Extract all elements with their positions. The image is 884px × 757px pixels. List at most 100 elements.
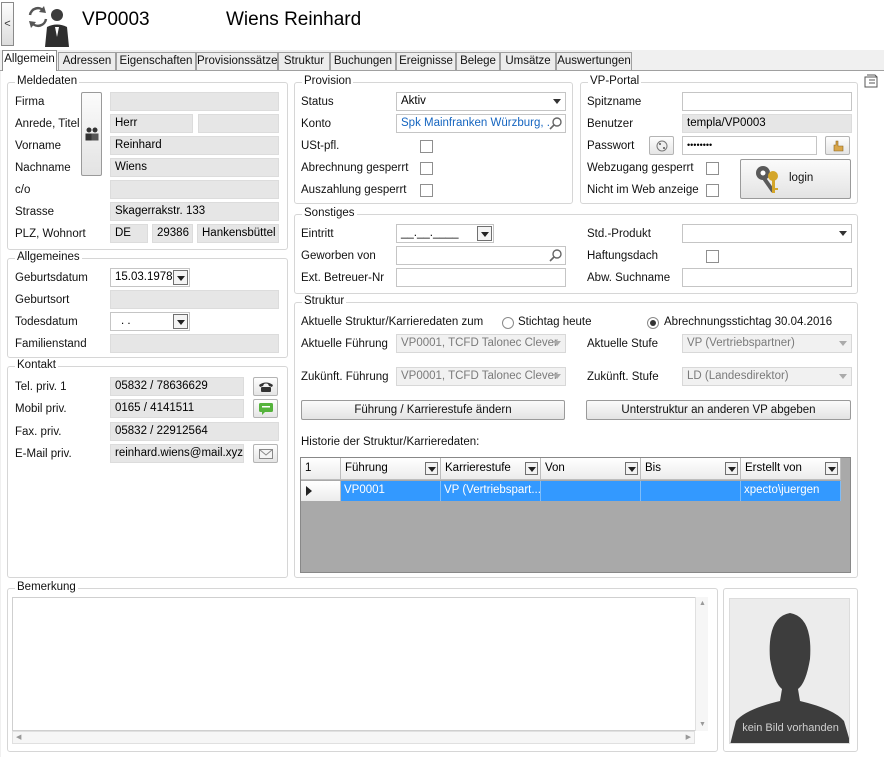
chevron-down-icon bbox=[553, 374, 561, 379]
table-cell[interactable] bbox=[541, 481, 641, 501]
filter-dropdown-icon[interactable] bbox=[425, 462, 438, 475]
webzugang-checkbox[interactable] bbox=[706, 162, 719, 175]
email-button[interactable] bbox=[253, 444, 278, 463]
todesdatum-field[interactable]: . . bbox=[110, 312, 190, 331]
date-dropdown-icon[interactable] bbox=[173, 270, 188, 285]
ust-checkbox[interactable] bbox=[420, 140, 433, 153]
tab-buchungen[interactable]: Buchungen bbox=[330, 52, 396, 70]
profile-photo[interactable]: kein Bild vorhanden bbox=[729, 598, 850, 744]
konto-link[interactable]: Spk Mainfranken Würzburg, . . bbox=[401, 117, 556, 129]
plz-field[interactable]: 29386 bbox=[152, 224, 193, 243]
col-erstellt-header[interactable]: Erstellt von bbox=[741, 458, 841, 480]
stufe-label: Aktuelle Stufe bbox=[587, 338, 658, 350]
search-icon[interactable] bbox=[549, 249, 562, 262]
fuehrung-select[interactable]: VP0001, TCFD Talonec Clever bbox=[396, 334, 566, 353]
strasse-field[interactable]: Skagerrakstr. 133 bbox=[110, 202, 279, 221]
table-cell[interactable]: VP (Vertriebspart... bbox=[441, 481, 541, 501]
zuk-fuehrung-select[interactable]: VP0001, TCFD Talonec Clever bbox=[396, 367, 566, 386]
geworben-field[interactable] bbox=[396, 246, 566, 265]
haftungsdach-checkbox[interactable] bbox=[706, 250, 719, 263]
konto-field[interactable]: Spk Mainfranken Würzburg, . . bbox=[396, 114, 566, 133]
bemerkung-textarea[interactable] bbox=[12, 597, 708, 731]
tab-struktur[interactable]: Struktur bbox=[278, 52, 330, 70]
attachment-icon[interactable] bbox=[862, 72, 880, 90]
tab-belege[interactable]: Belege bbox=[456, 52, 500, 70]
tab-strip: Allgemein Adressen Eigenschaften Provisi… bbox=[0, 50, 884, 71]
col-fuehrung-header[interactable]: Führung bbox=[341, 458, 441, 480]
row-pointer-icon bbox=[306, 486, 312, 496]
familienstand-field[interactable] bbox=[110, 334, 279, 353]
tab-ereignisse[interactable]: Ereignisse bbox=[396, 52, 456, 70]
tab-eigenschaften[interactable]: Eigenschaften bbox=[116, 52, 196, 70]
horizontal-scrollbar[interactable]: ◀ ▶ bbox=[12, 731, 695, 744]
contact-card-button[interactable] bbox=[81, 92, 102, 176]
eintritt-field[interactable]: __.__.____ bbox=[396, 224, 494, 243]
generate-password-button[interactable] bbox=[649, 136, 674, 155]
search-icon[interactable] bbox=[549, 117, 562, 130]
benutzer-field[interactable]: templa/VP0003 bbox=[682, 114, 852, 133]
nichtweb-checkbox[interactable] bbox=[706, 184, 719, 197]
zuk-stufe-label: Zukünft. Stufe bbox=[587, 371, 659, 383]
spitzname-label: Spitzname bbox=[587, 96, 642, 108]
date-dropdown-icon[interactable] bbox=[477, 226, 492, 241]
passwort-field[interactable]: •••••••• bbox=[682, 136, 817, 155]
col-von-header[interactable]: Von bbox=[541, 458, 641, 480]
radio-stichtag-heute[interactable] bbox=[502, 317, 514, 329]
col-karrierestufe-header[interactable]: Karrierestufe bbox=[441, 458, 541, 480]
chevron-down-icon bbox=[839, 374, 847, 379]
stufe-value: VP (Vertriebspartner) bbox=[687, 337, 795, 349]
radio-abrechnung-label: Abrechnungsstichtag 30.04.2016 bbox=[664, 316, 833, 328]
zuk-stufe-select[interactable]: LD (Landesdirektor) bbox=[682, 367, 852, 386]
filter-dropdown-icon[interactable] bbox=[625, 462, 638, 475]
co-field[interactable] bbox=[110, 180, 279, 199]
auszahlung-checkbox[interactable] bbox=[420, 184, 433, 197]
col-bis-label: Bis bbox=[645, 462, 661, 474]
abwsuchname-field[interactable] bbox=[682, 268, 852, 287]
show-password-button[interactable] bbox=[825, 136, 850, 155]
filter-dropdown-icon[interactable] bbox=[825, 462, 838, 475]
tab-umsaetze[interactable]: Umsätze bbox=[500, 52, 556, 70]
titel-field[interactable] bbox=[198, 114, 279, 133]
row-selector[interactable] bbox=[301, 481, 341, 501]
todesdatum-value: . . bbox=[121, 315, 131, 327]
sms-button[interactable] bbox=[253, 399, 278, 418]
status-select[interactable]: Aktiv bbox=[396, 92, 566, 111]
login-button[interactable]: login bbox=[740, 159, 851, 199]
firma-field[interactable] bbox=[110, 92, 279, 111]
table-cell[interactable]: xpecto\juergen bbox=[741, 481, 841, 501]
tab-provisionssaetze[interactable]: Provisionssätze bbox=[196, 52, 278, 70]
spitzname-field[interactable] bbox=[682, 92, 852, 111]
mobil-field[interactable]: 0165 / 4141511 bbox=[110, 399, 244, 418]
anrede-field[interactable]: Herr bbox=[110, 114, 193, 133]
stufe-select[interactable]: VP (Vertriebspartner) bbox=[682, 334, 852, 353]
ort-field[interactable]: Hankensbüttel bbox=[197, 224, 279, 243]
tel-field[interactable]: 05832 / 78636629 bbox=[110, 377, 244, 396]
land-field[interactable]: DE bbox=[110, 224, 148, 243]
unterstruktur-abgeben-button[interactable]: Unterstruktur an anderen VP abgeben bbox=[586, 400, 851, 420]
filter-dropdown-icon[interactable] bbox=[525, 462, 538, 475]
abrechnung-checkbox[interactable] bbox=[420, 162, 433, 175]
date-dropdown-icon[interactable] bbox=[173, 314, 188, 329]
nachname-field[interactable]: Wiens bbox=[110, 158, 279, 177]
email-field[interactable]: reinhard.wiens@mail.xyz bbox=[110, 444, 244, 463]
vertical-scrollbar[interactable]: ▲ ▼ bbox=[695, 597, 708, 731]
fuehrung-aendern-button[interactable]: Führung / Karrierestufe ändern bbox=[301, 400, 565, 420]
table-cell[interactable] bbox=[641, 481, 741, 501]
benutzer-label: Benutzer bbox=[587, 118, 634, 130]
radio-abrechnungsstichtag[interactable] bbox=[647, 317, 659, 329]
filter-dropdown-icon[interactable] bbox=[725, 462, 738, 475]
extbetreuer-field[interactable] bbox=[396, 268, 566, 287]
table-cell[interactable]: VP0001 bbox=[341, 481, 441, 501]
geburtsort-field[interactable] bbox=[110, 290, 279, 309]
col-bis-header[interactable]: Bis bbox=[641, 458, 741, 480]
back-button[interactable]: < bbox=[1, 2, 14, 46]
geburtsdatum-field[interactable]: 15.03.1978 bbox=[110, 268, 190, 287]
tab-adressen[interactable]: Adressen bbox=[58, 52, 116, 70]
call-button[interactable] bbox=[253, 377, 278, 396]
tab-allgemein[interactable]: Allgemein bbox=[2, 50, 57, 71]
vorname-field[interactable]: Reinhard bbox=[110, 136, 279, 155]
fax-field[interactable]: 05832 / 22912564 bbox=[110, 422, 279, 441]
stdprodukt-select[interactable] bbox=[682, 224, 852, 243]
haftungsdach-label: Haftungsdach bbox=[587, 250, 658, 262]
tab-auswertungen[interactable]: Auswertungen bbox=[556, 52, 632, 70]
